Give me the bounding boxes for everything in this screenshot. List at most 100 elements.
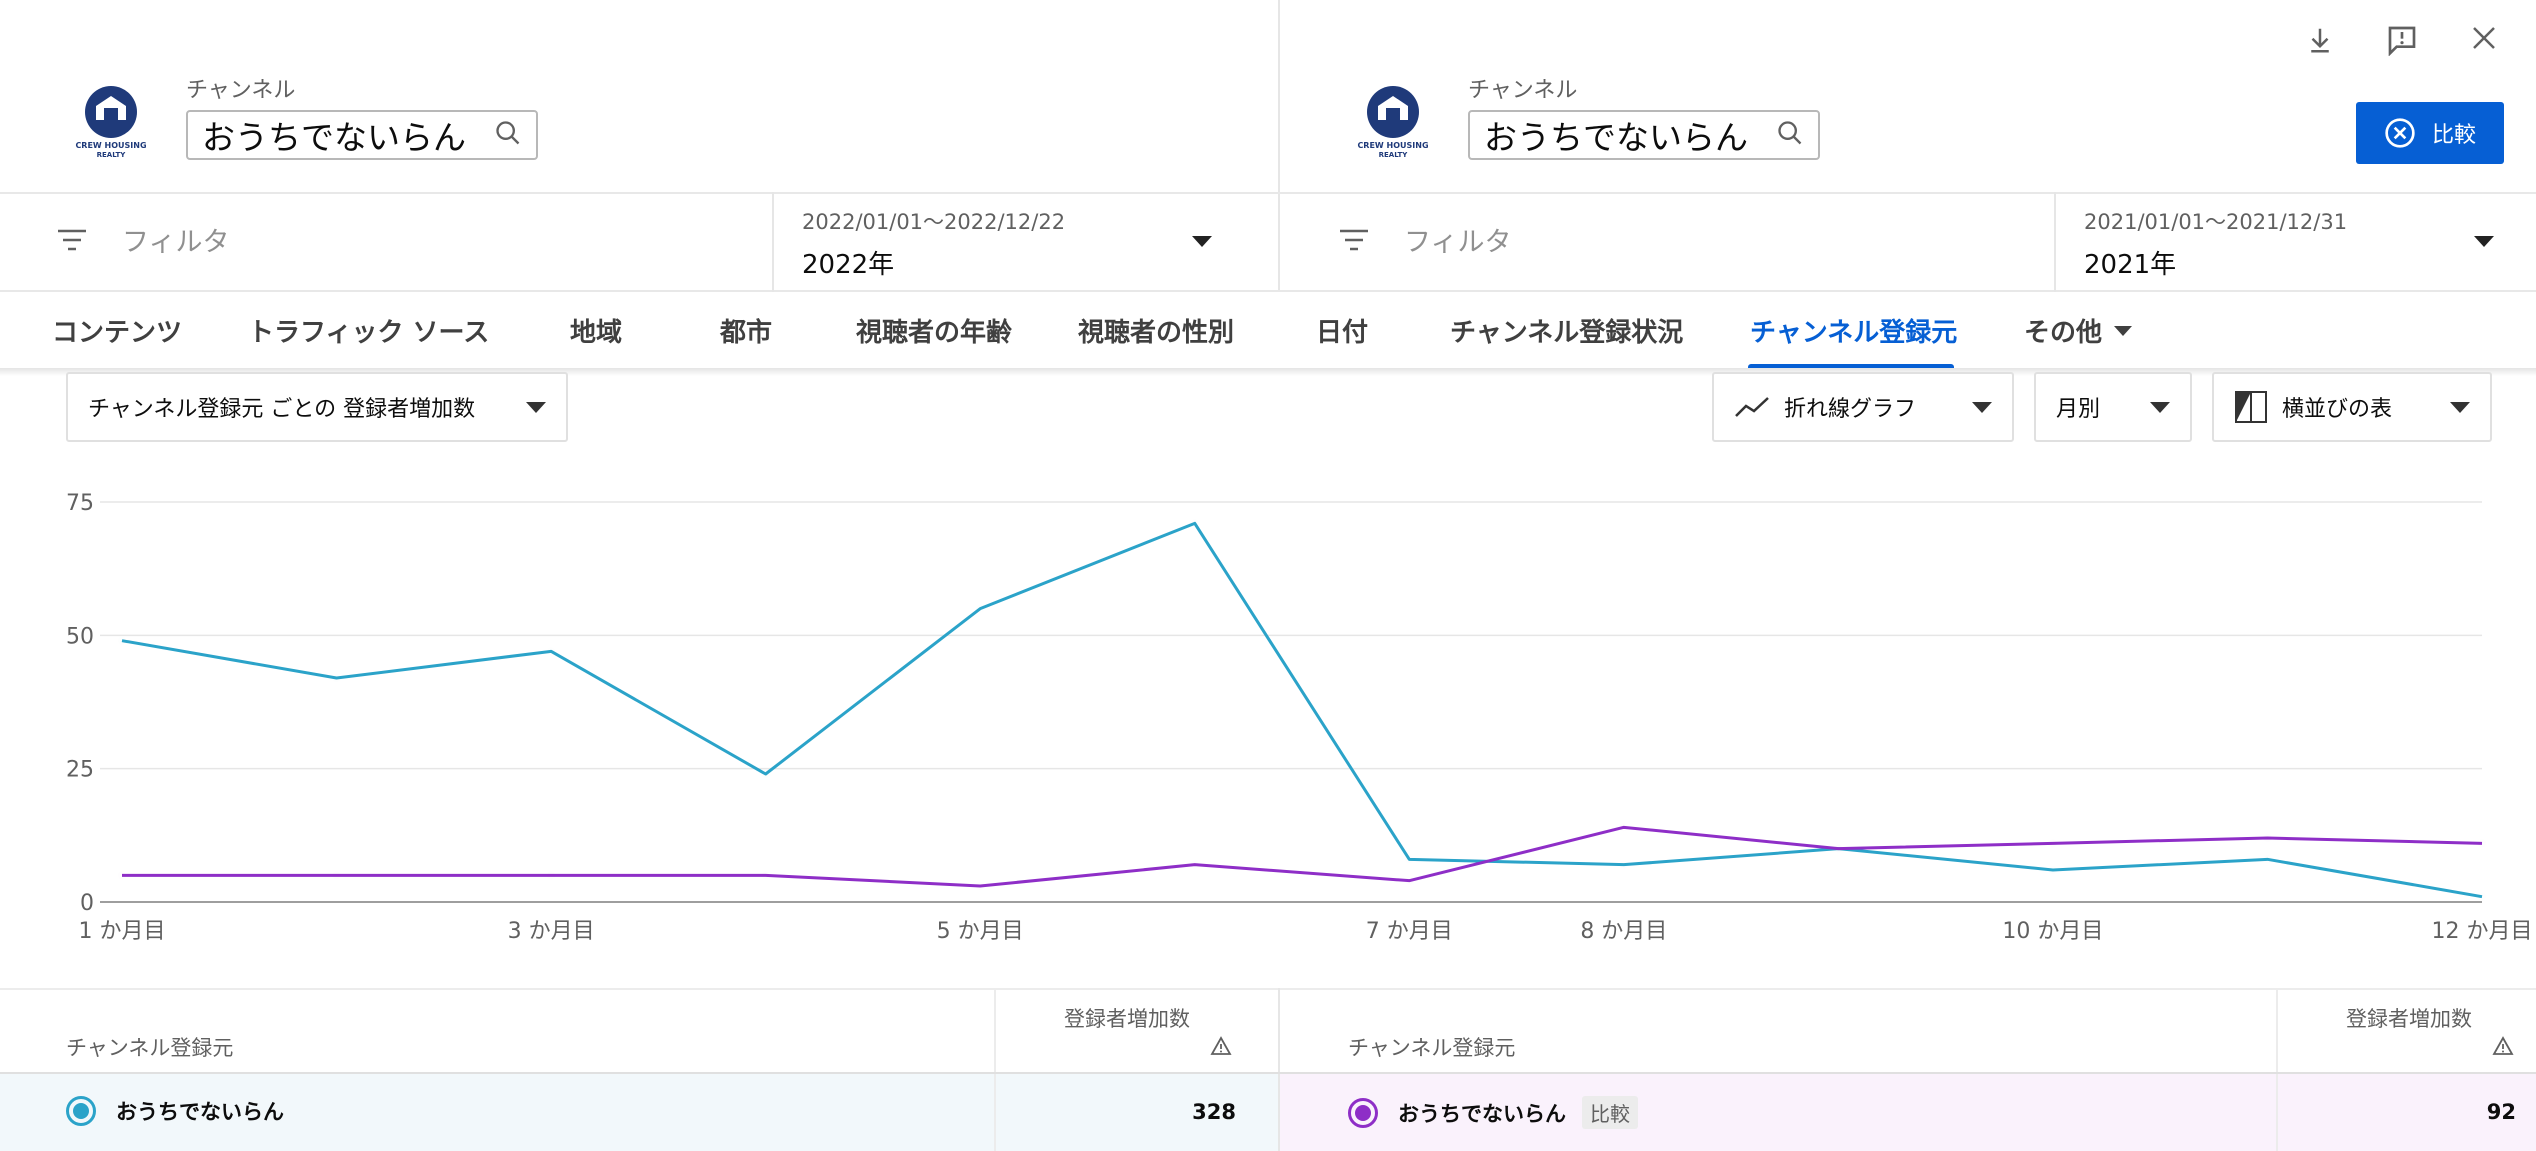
tab-more[interactable]: その他: [2024, 312, 2133, 349]
channel-search-input[interactable]: おうちでないらん: [186, 110, 538, 160]
svg-text:CREW HOUSING: CREW HOUSING: [1357, 141, 1428, 150]
svg-text:CREW HOUSING: CREW HOUSING: [75, 141, 146, 150]
report-tabs: コンテンツ トラフィック ソース 地域 都市 視聴者の年齢 視聴者の性別 日付 …: [0, 292, 2536, 372]
left-filter-date-divider: [772, 192, 774, 292]
compare-channel-search-input[interactable]: おうちでないらん: [1468, 110, 1820, 160]
data-point[interactable]: [1405, 855, 1413, 863]
warning-icon[interactable]: [2492, 1036, 2514, 1060]
data-point[interactable]: [976, 882, 984, 890]
data-point[interactable]: [1620, 823, 1628, 831]
caret-down-icon: [2150, 401, 2170, 413]
data-point[interactable]: [2263, 855, 2271, 863]
caret-down-icon: [1972, 401, 1992, 413]
series-toggle-radio[interactable]: [1348, 1097, 1378, 1128]
filter-placeholder: フィルタ: [122, 227, 230, 258]
data-point[interactable]: [333, 674, 341, 682]
data-point[interactable]: [118, 871, 126, 879]
metric-select-label: チャンネル登録元 ごとの 登録者増加数: [88, 397, 476, 422]
right-filter-date-divider: [2054, 192, 2056, 292]
tab-traffic-source[interactable]: トラフィック ソース: [248, 312, 489, 349]
right-date-selector[interactable]: 2021/01/01～2021/12/31 2021年: [2084, 206, 2347, 281]
table-row-source[interactable]: おうちでないらん 比較: [1348, 1096, 1638, 1129]
tab-city[interactable]: 都市: [720, 312, 772, 349]
tab-content[interactable]: コンテンツ: [52, 312, 182, 349]
metric-select[interactable]: チャンネル登録元 ごとの 登録者増加数: [66, 372, 568, 442]
x-tick-label: 3 か月目: [508, 919, 595, 944]
date-year-text: 2022年: [802, 250, 895, 280]
filter-icon: [1340, 229, 1368, 250]
data-point[interactable]: [2049, 839, 2057, 847]
series-line-2[interactable]: [122, 825, 2483, 888]
y-tick-label: 75: [66, 491, 94, 516]
x-tick-label: 10 か月目: [2002, 919, 2103, 944]
data-point[interactable]: [1191, 861, 1199, 869]
channel-name: おうちでないらん: [1484, 118, 1748, 157]
filter-placeholder: フィルタ: [1404, 227, 1512, 258]
data-point[interactable]: [2478, 839, 2486, 847]
filter-icon: [58, 229, 86, 250]
row-value: 92: [2486, 1100, 2516, 1124]
x-tick-label: 5 か月目: [937, 919, 1024, 944]
tab-viewer-gender[interactable]: 視聴者の性別: [1078, 312, 1234, 349]
data-point[interactable]: [333, 871, 341, 879]
right-filter-input[interactable]: フィルタ: [1338, 220, 1511, 259]
search-icon[interactable]: [1776, 116, 1804, 155]
data-point[interactable]: [1620, 861, 1628, 869]
x-tick-label: 7 か月目: [1366, 919, 1453, 944]
data-point[interactable]: [1405, 877, 1413, 885]
tab-subscription-source[interactable]: チャンネル登録元: [1750, 312, 1957, 349]
data-point[interactable]: [547, 647, 555, 655]
left-date-selector[interactable]: 2022/01/01～2022/12/22 2022年: [802, 206, 1065, 281]
x-tick-label: 12 か月目: [2432, 919, 2533, 944]
tab-more-label: その他: [2024, 318, 2103, 348]
feedback-icon[interactable]: [2380, 18, 2424, 62]
series-toggle-radio[interactable]: [66, 1096, 96, 1126]
line-chart: 0 25 50 75 1 か月目 3 か月目 5 か月目 7 か月目 8 か月目 10 か月目 1…: [66, 491, 2533, 944]
chevron-down-icon[interactable]: [1192, 236, 1212, 247]
y-tick-label: 0: [80, 891, 94, 916]
download-icon[interactable]: [2298, 18, 2342, 62]
chevron-down-icon[interactable]: [2474, 236, 2494, 247]
data-point[interactable]: [2049, 866, 2057, 874]
warning-icon[interactable]: [1210, 1036, 1232, 1060]
column-header-source[interactable]: チャンネル登録元: [1348, 1032, 1515, 1062]
data-point[interactable]: [1191, 519, 1199, 527]
caret-down-icon: [2450, 401, 2470, 413]
tab-date[interactable]: 日付: [1316, 312, 1368, 349]
compare-button[interactable]: 比較: [2356, 102, 2504, 164]
column-header-subscribers[interactable]: 登録者増加数: [2346, 1006, 2476, 1032]
channel-logo: CREW HOUSING REALTY: [1348, 76, 1438, 166]
caret-down-icon: [526, 401, 546, 413]
tab-geography[interactable]: 地域: [570, 312, 622, 349]
left-filter-input[interactable]: フィルタ: [56, 220, 229, 259]
channel-label: チャンネル: [186, 78, 296, 103]
date-range-text: 2021/01/01～2021/12/31: [2084, 210, 2348, 234]
x-tick-label: 8 か月目: [1580, 919, 1667, 944]
data-point[interactable]: [118, 637, 126, 645]
split-table-icon: [2235, 391, 2267, 423]
data-point[interactable]: [762, 871, 770, 879]
data-point[interactable]: [547, 871, 555, 879]
chart-type-select[interactable]: 折れ線グラフ: [1712, 372, 2014, 442]
data-point[interactable]: [762, 770, 770, 778]
table-view-select[interactable]: 横並びの表: [2212, 372, 2492, 442]
tab-viewer-age[interactable]: 視聴者の年齢: [856, 312, 1012, 349]
data-point[interactable]: [976, 605, 984, 613]
data-point[interactable]: [2478, 893, 2486, 901]
y-tick-label: 25: [66, 758, 94, 783]
close-icon[interactable]: [2462, 16, 2506, 60]
tab-subscription-status[interactable]: チャンネル登録状況: [1450, 312, 1683, 349]
column-header-source[interactable]: チャンネル登録元: [66, 1032, 233, 1062]
caret-down-icon: [2114, 325, 2133, 336]
data-point[interactable]: [1834, 845, 1842, 853]
row-channel-name: おうちでないらん: [116, 1100, 284, 1124]
chart-type-label: 折れ線グラフ: [1784, 397, 1917, 422]
column-header-subscribers[interactable]: 登録者増加数: [1064, 1006, 1194, 1032]
row-channel-name: おうちでないらん: [1398, 1101, 1566, 1126]
table-row-source[interactable]: おうちでないらん: [66, 1096, 284, 1126]
date-range-text: 2022/01/01～2022/12/22: [802, 210, 1066, 234]
search-icon[interactable]: [494, 116, 522, 155]
close-circle-icon: [2385, 118, 2415, 148]
interval-select[interactable]: 月別: [2034, 372, 2192, 442]
data-point[interactable]: [2263, 834, 2271, 842]
